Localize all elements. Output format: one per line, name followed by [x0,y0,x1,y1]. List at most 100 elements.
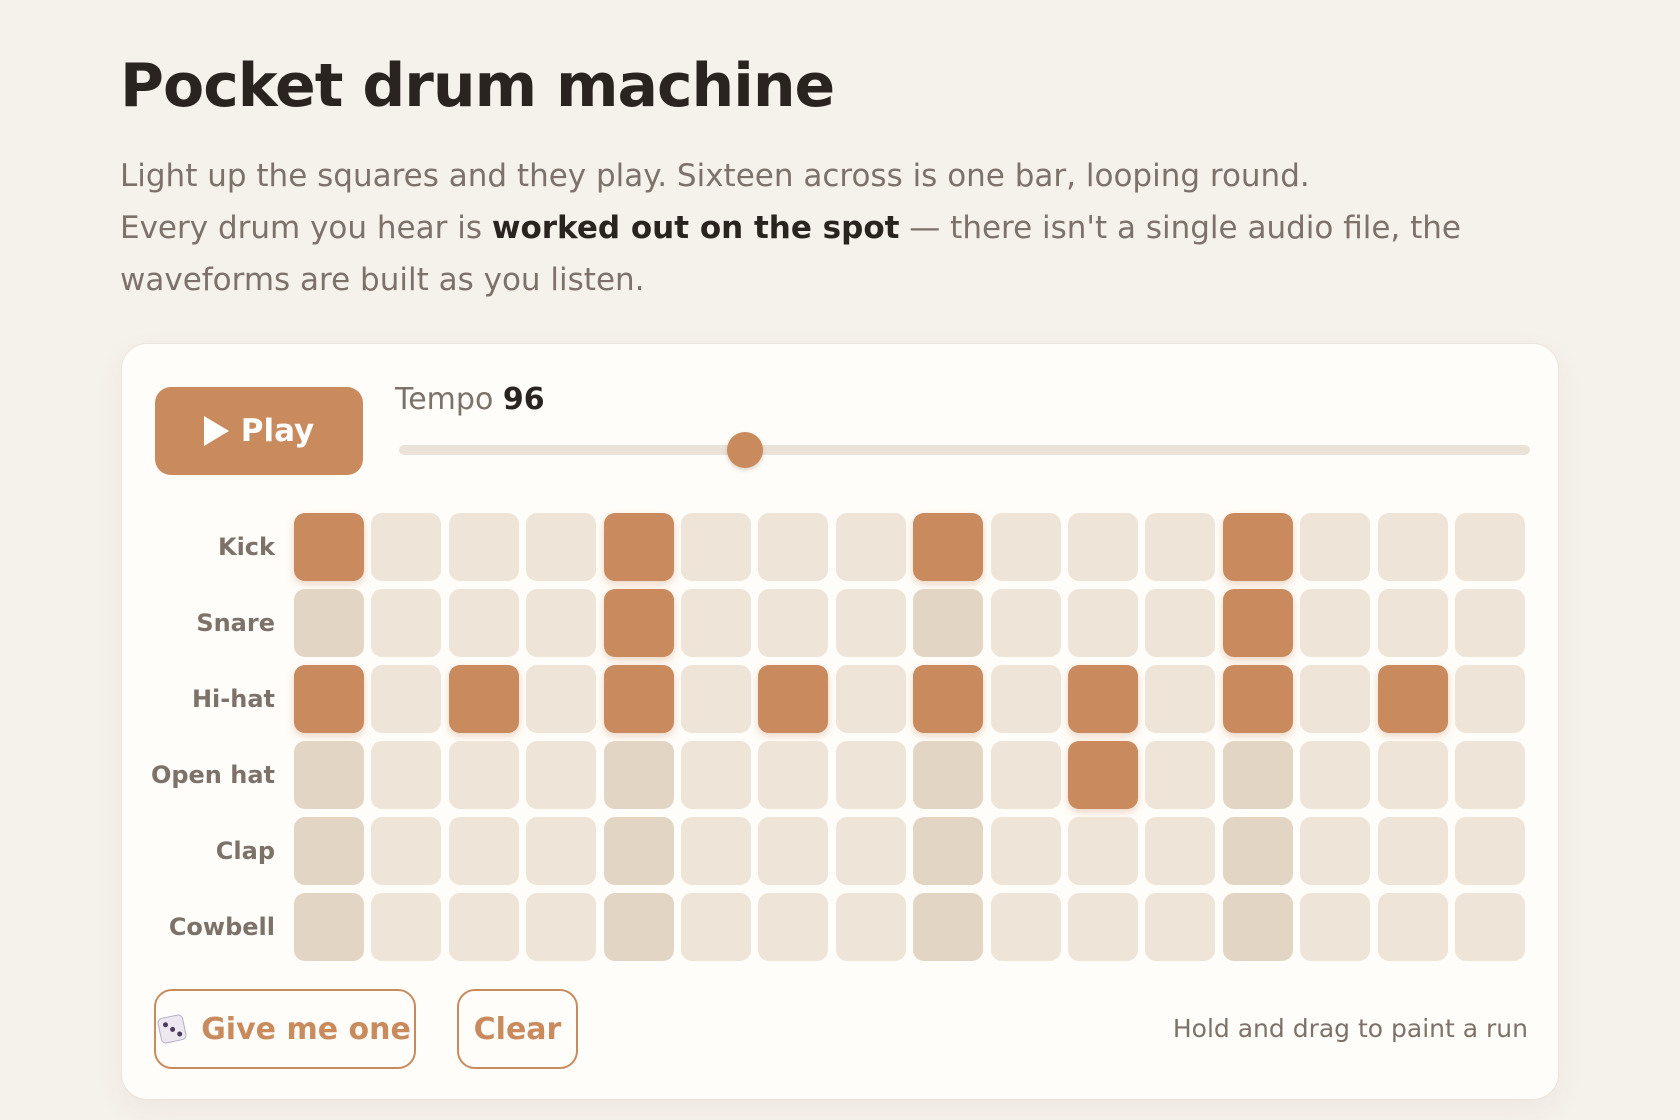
step-cell[interactable] [526,893,597,961]
step-cell[interactable] [448,817,519,885]
step-cell[interactable] [1145,589,1216,657]
step-cell[interactable] [526,665,597,733]
step-cell[interactable] [294,665,364,733]
step-cell[interactable] [681,817,751,885]
step-cell[interactable] [681,741,751,809]
step-cell[interactable] [526,817,597,885]
step-cell[interactable] [371,589,442,657]
step-cell[interactable] [1455,513,1525,581]
step-cell[interactable] [526,741,597,809]
step-cell[interactable] [1068,893,1138,961]
step-cell[interactable] [1377,513,1448,581]
step-cell[interactable] [1145,665,1216,733]
step-cell[interactable] [1145,741,1216,809]
step-cell[interactable] [913,665,984,733]
step-cell[interactable] [1455,741,1525,809]
step-cell[interactable] [603,893,674,961]
step-cell[interactable] [1300,817,1371,885]
step-cell[interactable] [603,513,674,581]
step-cell[interactable] [371,893,442,961]
step-cell[interactable] [681,513,751,581]
step-cell[interactable] [1068,665,1138,733]
step-cell[interactable] [835,665,906,733]
step-cell[interactable] [371,741,442,809]
step-cell[interactable] [1068,817,1138,885]
step-cell[interactable] [758,513,829,581]
step-cell[interactable] [448,741,519,809]
step-cell[interactable] [913,513,984,581]
step-cell[interactable] [603,589,674,657]
step-cell[interactable] [1455,817,1525,885]
step-cell[interactable] [294,741,364,809]
step-cell[interactable] [1455,589,1525,657]
step-cell[interactable] [1222,513,1293,581]
step-cell[interactable] [1068,513,1138,581]
step-cell[interactable] [1068,589,1138,657]
step-cell[interactable] [990,817,1061,885]
step-cell[interactable] [1222,589,1293,657]
step-cell[interactable] [1455,665,1525,733]
step-cell[interactable] [681,589,751,657]
step-cell[interactable] [1455,893,1525,961]
step-cell[interactable] [603,665,674,733]
random-pattern-button[interactable]: Give me one [154,989,416,1069]
step-cell[interactable] [758,589,829,657]
step-cell[interactable] [448,589,519,657]
step-cell[interactable] [835,741,906,809]
step-cell[interactable] [1145,513,1216,581]
step-cell[interactable] [758,893,829,961]
step-cell[interactable] [913,741,984,809]
step-cell[interactable] [913,589,984,657]
step-cell[interactable] [1300,893,1371,961]
step-cell[interactable] [294,513,364,581]
step-cell[interactable] [913,893,984,961]
step-cell[interactable] [835,589,906,657]
step-cell[interactable] [1377,817,1448,885]
step-cell[interactable] [758,741,829,809]
step-cell[interactable] [990,513,1061,581]
step-cell[interactable] [603,817,674,885]
step-cell[interactable] [294,893,364,961]
step-cell[interactable] [526,513,597,581]
step-cell[interactable] [448,513,519,581]
step-cell[interactable] [1377,589,1448,657]
step-cell[interactable] [835,817,906,885]
tempo-slider-thumb[interactable] [727,432,764,468]
step-cell[interactable] [1068,741,1138,809]
step-cell[interactable] [758,817,829,885]
step-cell[interactable] [1300,665,1371,733]
step-cell[interactable] [1300,513,1371,581]
step-cell[interactable] [371,513,442,581]
tempo-slider[interactable] [399,432,1530,468]
step-cell[interactable] [1145,893,1216,961]
step-cell[interactable] [990,589,1061,657]
step-cell[interactable] [1222,817,1293,885]
step-cell[interactable] [758,665,829,733]
step-cell[interactable] [448,893,519,961]
step-cell[interactable] [1300,589,1371,657]
play-button[interactable]: Play [155,387,363,475]
step-cell[interactable] [1300,741,1371,809]
step-cell[interactable] [990,665,1061,733]
step-cell[interactable] [1377,741,1448,809]
step-cell[interactable] [1145,817,1216,885]
step-cell[interactable] [990,741,1061,809]
step-cell[interactable] [681,665,751,733]
step-cell[interactable] [990,893,1061,961]
step-cell[interactable] [448,665,519,733]
step-cell[interactable] [371,817,442,885]
step-cell[interactable] [835,893,906,961]
step-cell[interactable] [1222,665,1293,733]
step-cell[interactable] [526,589,597,657]
step-cell[interactable] [1377,893,1448,961]
step-cell[interactable] [1222,741,1293,809]
step-cell[interactable] [294,817,364,885]
step-cell[interactable] [681,893,751,961]
step-cell[interactable] [371,665,442,733]
step-cell[interactable] [1222,893,1293,961]
step-cell[interactable] [1377,665,1448,733]
step-cell[interactable] [294,589,364,657]
clear-button[interactable]: Clear [457,989,578,1069]
step-cell[interactable] [913,817,984,885]
step-cell[interactable] [603,741,674,809]
